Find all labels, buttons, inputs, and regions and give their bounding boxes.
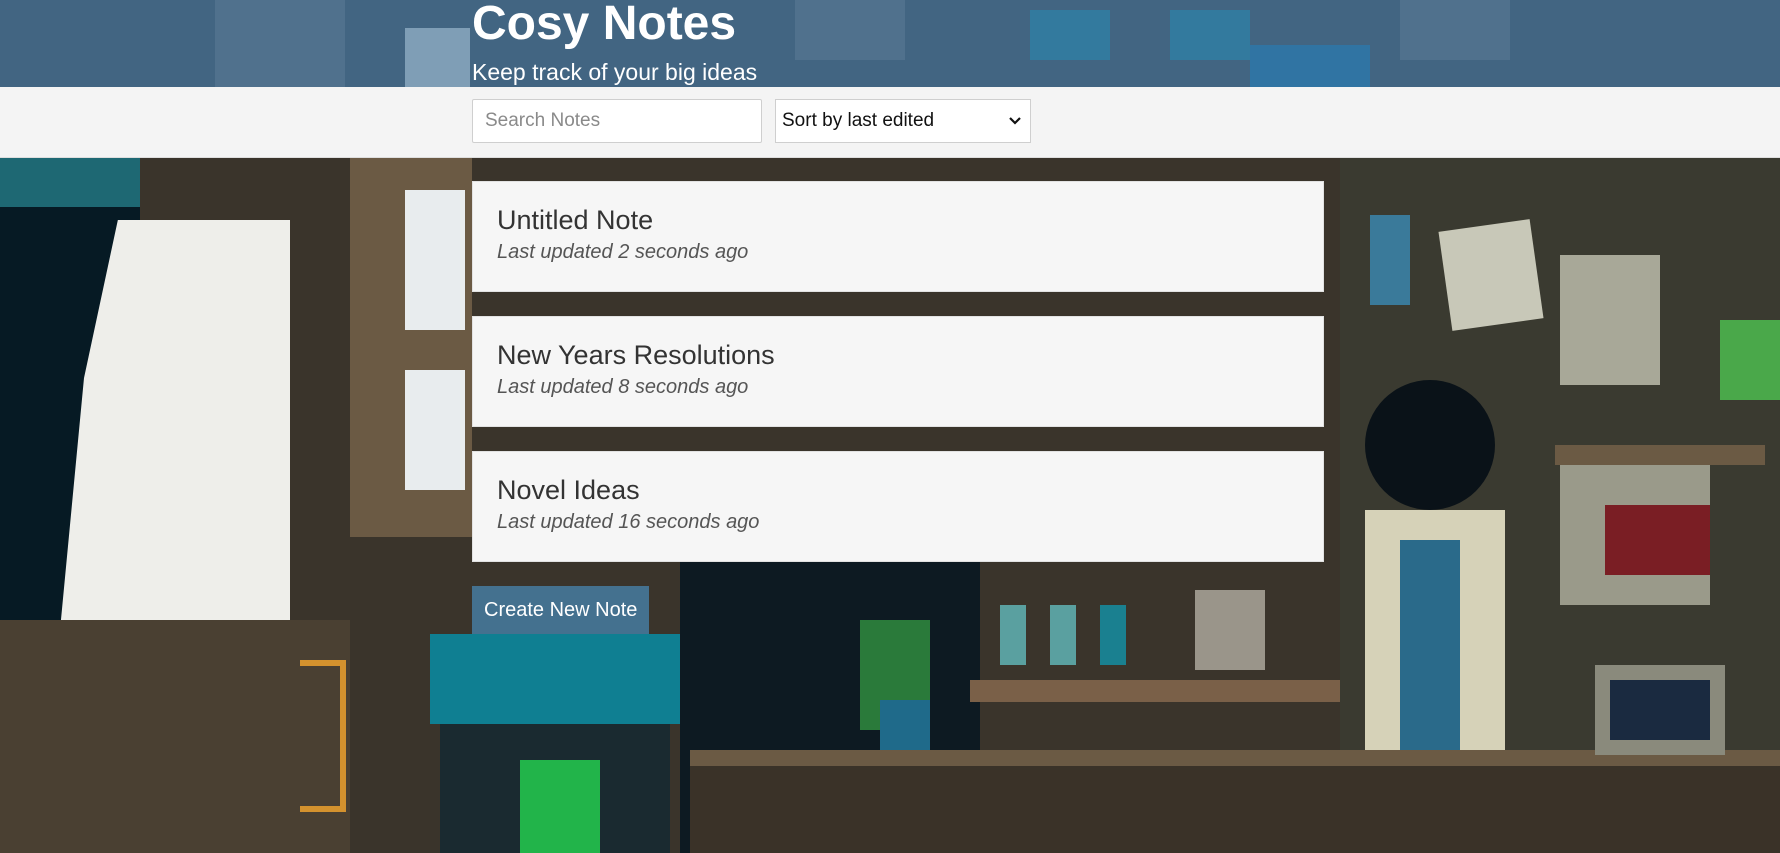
note-updated: Last updated 2 seconds ago (497, 241, 749, 263)
app-subtitle: Keep track of your big ideas (472, 59, 758, 85)
chevron-down-icon (1009, 117, 1021, 125)
search-input[interactable] (472, 99, 762, 143)
note-card[interactable]: Novel Ideas Last updated 16 seconds ago (472, 451, 1324, 562)
actions-bar: Sort by last edited (0, 87, 1780, 158)
notes-list: Untitled Note Last updated 2 seconds ago… (472, 181, 1324, 586)
app-header: Cosy Notes Keep track of your big ideas (0, 0, 1780, 87)
note-card[interactable]: New Years Resolutions Last updated 8 sec… (472, 316, 1324, 427)
create-note-button[interactable]: Create New Note (472, 586, 650, 634)
note-title: New Years Resolutions (497, 340, 775, 370)
app-title: Cosy Notes (472, 0, 737, 50)
note-title: Novel Ideas (497, 475, 640, 505)
sort-select[interactable]: Sort by last edited (775, 99, 1031, 143)
note-updated: Last updated 16 seconds ago (497, 511, 760, 533)
note-title: Untitled Note (497, 205, 654, 235)
note-card[interactable]: Untitled Note Last updated 2 seconds ago (472, 181, 1324, 292)
note-updated: Last updated 8 seconds ago (497, 376, 749, 398)
sort-selected-label: Sort by last edited (782, 110, 935, 131)
